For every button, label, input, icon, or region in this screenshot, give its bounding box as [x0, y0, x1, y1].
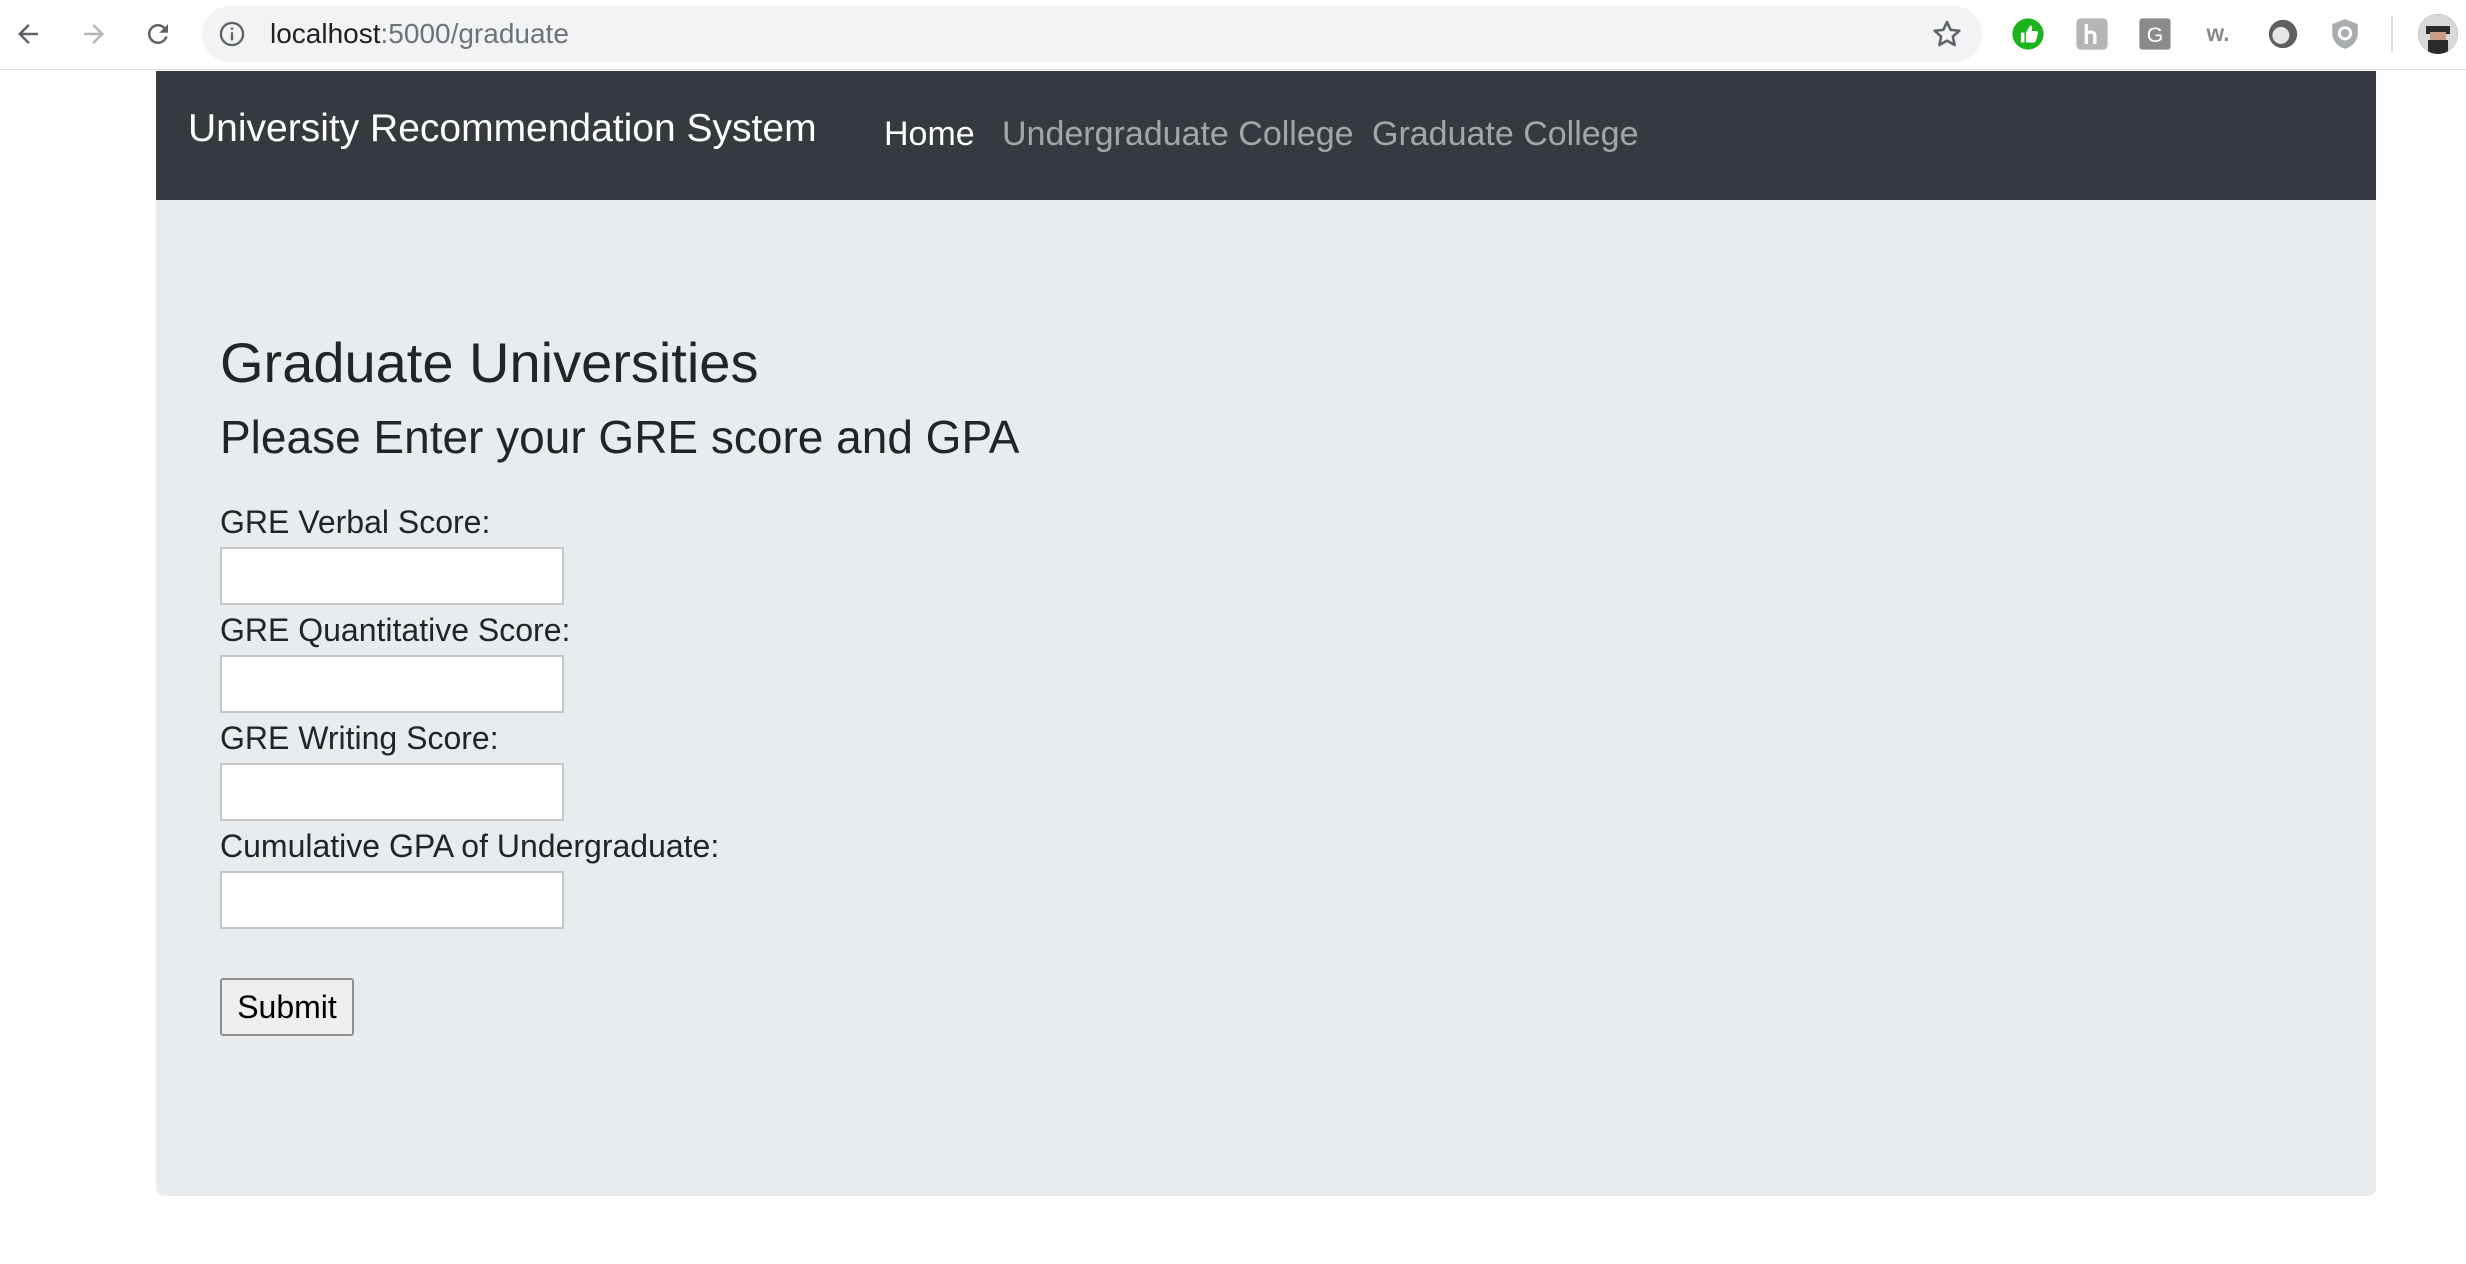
url-text[interactable]: localhost:5000/graduate	[270, 16, 569, 52]
arrow-left-icon	[18, 24, 38, 44]
nav-link-graduate-college[interactable]: Graduate College	[1372, 111, 1639, 157]
w-extension-icon[interactable]: w.	[2201, 17, 2235, 51]
gpa-label: Cumulative GPA of Undergraduate:	[220, 828, 720, 864]
shield-extension-icon[interactable]	[2328, 17, 2362, 51]
thumbs-up-extension-icon[interactable]	[2011, 17, 2045, 51]
submit-button[interactable]: Submit	[220, 978, 354, 1036]
star-icon[interactable]	[1930, 17, 1964, 51]
info-icon[interactable]	[218, 20, 246, 48]
gre-verbal-input[interactable]	[220, 547, 564, 605]
circle-extension-icon[interactable]	[2266, 17, 2300, 51]
back-button[interactable]	[8, 14, 48, 54]
gre-quantitative-input[interactable]	[220, 655, 564, 713]
h-extension-icon[interactable]	[2075, 17, 2109, 51]
navbar-brand[interactable]: University Recommendation System	[188, 104, 817, 154]
gre-writing-input[interactable]	[220, 763, 564, 821]
reload-icon	[148, 23, 168, 44]
site-navbar: University Recommendation System Home Un…	[156, 71, 2376, 200]
page-title: Graduate Universities	[220, 331, 759, 394]
nav-link-home[interactable]: Home	[884, 111, 975, 157]
toolbar-divider	[2391, 16, 2393, 52]
forward-button[interactable]	[74, 14, 114, 54]
reload-button[interactable]	[138, 14, 178, 54]
nav-link-undergraduate-college[interactable]: Undergraduate College	[1002, 111, 1354, 157]
gre-quantitative-label: GRE Quantitative Score:	[220, 612, 571, 648]
url-host: localhost	[270, 18, 381, 49]
url-path: :5000/graduate	[380, 18, 569, 49]
svg-text:w.: w.	[2205, 20, 2229, 46]
svg-text:G: G	[2147, 23, 2164, 47]
grammarly-extension-icon[interactable]: G	[2138, 17, 2172, 51]
main-jumbotron: Graduate Universities Please Enter your …	[156, 200, 2376, 1196]
gpa-input[interactable]	[220, 871, 564, 929]
browser-toolbar: localhost:5000/graduate G w.	[0, 0, 2466, 70]
gre-verbal-label: GRE Verbal Score:	[220, 504, 491, 540]
page-subtitle: Please Enter your GRE score and GPA	[220, 411, 1020, 463]
profile-avatar[interactable]	[2418, 14, 2458, 54]
gre-writing-label: GRE Writing Score:	[220, 720, 499, 756]
arrow-right-icon	[84, 24, 104, 44]
